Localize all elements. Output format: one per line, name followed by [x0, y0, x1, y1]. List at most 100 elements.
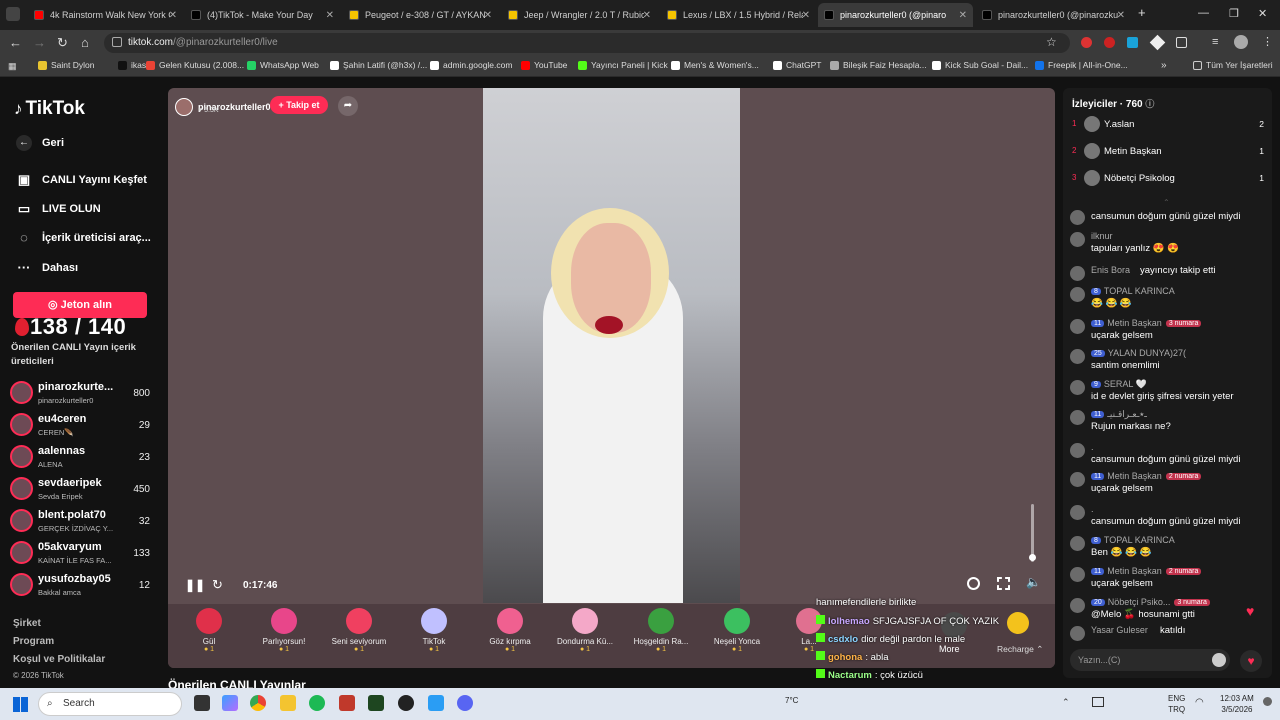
sidebar-item-go-live[interactable]: ▭ LIVE OLUN	[16, 201, 101, 217]
bookmark-item[interactable]: Kick Sub Goal - Dail...	[932, 60, 1028, 70]
back-arrow-icon[interactable]: ←	[9, 35, 22, 50]
bookmark-item[interactable]: ikas	[118, 60, 146, 70]
browser-tab[interactable]: Lexus / LBX / 1.5 Hybrid / Relax ✕	[661, 3, 816, 27]
fullscreen-icon[interactable]	[997, 577, 1010, 590]
top-viewer-row[interactable]: 2 Metin Başkan 1	[1072, 142, 1264, 162]
suggested-creator[interactable]: yusufozbay05 Bakkal amca 12	[10, 571, 160, 601]
live-player[interactable]: pinarozkurteller0 ♥ 5.3K + Takip et ➦ ❚❚…	[168, 88, 1055, 668]
file-explorer-icon[interactable]	[280, 695, 296, 711]
site-info-icon[interactable]	[112, 37, 122, 47]
suggested-creator[interactable]: eu4ceren CEREN🪶 29	[10, 411, 160, 441]
more-gifts-button[interactable]: More	[939, 644, 960, 654]
home-icon[interactable]: ⌂	[81, 35, 89, 50]
chat-username[interactable]: .	[1091, 504, 1094, 514]
bookmark-item[interactable]: Bileşik Faiz Hesapla...	[830, 60, 927, 70]
heart-icon[interactable]: ♥	[1240, 650, 1262, 672]
sidebar-item-explore-live[interactable]: ▣ CANLI Yayını Keşfet	[16, 172, 147, 188]
gift-item[interactable]: TikTok ● 1	[398, 608, 470, 653]
chat-username[interactable]: Metin Başkan	[1107, 471, 1162, 481]
gift-item[interactable]: Parlıyorsun! ● 1	[248, 608, 320, 653]
task-view-icon[interactable]	[194, 695, 210, 711]
settings-icon[interactable]	[967, 577, 980, 590]
app-icon[interactable]	[428, 695, 444, 711]
system-clock[interactable]: 12:03 AM 3/5/2026	[1220, 693, 1254, 715]
share-icon[interactable]: ➦	[338, 96, 358, 116]
tiktok-logo[interactable]: ♪ TikTok	[14, 98, 85, 120]
chat-username[interactable]: Metin Başkan	[1107, 566, 1162, 576]
bookmark-star-icon[interactable]: ☆	[1046, 35, 1057, 49]
windows-start-icon[interactable]	[13, 697, 28, 712]
spotify-icon[interactable]	[309, 695, 325, 711]
tab-close-icon[interactable]: ✕	[169, 10, 177, 21]
browser-tab[interactable]: Peugeot / e-308 / GT / AYKAN ✕	[343, 3, 498, 27]
tray-app-icon[interactable]	[1092, 697, 1104, 707]
suggested-creator[interactable]: aalennas ALENA 23	[10, 443, 160, 473]
chat-username[interactable]: Metin Başkan	[1107, 318, 1162, 328]
bookmark-item[interactable]: admin.google.com	[430, 60, 512, 70]
footer-company-link[interactable]: Şirket	[13, 618, 41, 629]
media-control-icon[interactable]: ≡	[1212, 36, 1218, 48]
coin-recharge-icon[interactable]	[1007, 612, 1029, 634]
chat-username[interactable]: TOPAL KARINCA	[1104, 535, 1175, 545]
collapse-chevron-icon[interactable]: ⌃	[1163, 198, 1170, 207]
extensions-puzzle-icon[interactable]	[1176, 37, 1187, 48]
top-viewer-row[interactable]: 1 Y.aslan 2	[1072, 115, 1264, 135]
bookmark-item[interactable]: Saint Dylon	[38, 60, 94, 70]
live-video-frame[interactable]	[483, 88, 740, 603]
chrome-icon[interactable]	[250, 695, 266, 711]
pause-icon[interactable]: ❚❚	[185, 578, 205, 592]
chat-username[interactable]: YALAN DUNYA)27(	[1108, 348, 1186, 358]
notification-icon[interactable]	[1263, 697, 1272, 706]
terminal-icon[interactable]	[368, 695, 384, 711]
bookmark-item[interactable]: WhatsApp Web	[247, 60, 319, 70]
bookmark-item[interactable]: ChatGPT	[773, 60, 821, 70]
bookmarks-more-button[interactable]: »	[1161, 60, 1167, 71]
gift-item[interactable]: Gül ● 1	[173, 608, 245, 653]
suggested-creator[interactable]: 05akvaryum KAİNAT İLE FAS FA... 133	[10, 539, 160, 569]
minimize-icon[interactable]: —	[1198, 7, 1209, 19]
extension-icon[interactable]	[1081, 37, 1092, 48]
tab-close-icon[interactable]: ✕	[1117, 10, 1125, 21]
gift-item[interactable]: Göz kırpma ● 1	[474, 608, 546, 653]
tab-close-icon[interactable]: ✕	[643, 10, 651, 21]
top-viewer-row[interactable]: 3 Nöbetçi Psikolog 1	[1072, 169, 1264, 189]
browser-tab[interactable]: 4k Rainstorm Walk New York C ✕	[28, 3, 183, 27]
language-indicator[interactable]: ENG TRQ	[1168, 693, 1185, 715]
chat-username[interactable]: Nöbetçi Psiko...	[1108, 597, 1171, 607]
sidebar-item-more[interactable]: ··· Dahası	[16, 260, 79, 275]
footer-program-link[interactable]: Program	[13, 636, 54, 647]
apps-grid-icon[interactable]: ▦	[8, 61, 17, 72]
tab-close-icon[interactable]: ✕	[959, 10, 967, 21]
recharge-button[interactable]: Recharge ⌃	[997, 644, 1043, 655]
weather-temp[interactable]: 7°C	[785, 696, 798, 705]
volume-handle[interactable]	[1029, 554, 1036, 561]
chat-input[interactable]: Yazın...(C)	[1070, 649, 1230, 671]
obs-icon[interactable]	[398, 695, 414, 711]
chat-username[interactable]: .	[1091, 442, 1094, 452]
reload-icon[interactable]: ↻	[57, 35, 68, 51]
browser-tab[interactable]: (4)TikTok - Make Your Day ✕	[185, 3, 340, 27]
chat-username[interactable]: SERAL 🤍	[1104, 379, 1147, 390]
bookmark-item[interactable]: Freepik | All-in-One...	[1035, 60, 1128, 70]
url-field[interactable]: tiktok.com/@pinarozkurteller0/live	[104, 33, 1070, 53]
profile-avatar[interactable]	[1234, 35, 1248, 49]
chat-username[interactable]: TOPAL KARINCA	[1104, 286, 1175, 296]
chat-username[interactable]: ilknur	[1091, 231, 1113, 241]
close-window-icon[interactable]: ✕	[1258, 7, 1267, 20]
bookmark-item[interactable]: Gelen Kutusu (2.008...	[146, 60, 244, 70]
gift-item[interactable]: Dondurma Kü... ● 1	[549, 608, 621, 653]
all-bookmarks-button[interactable]: Tüm Yer İşaretleri	[1193, 60, 1273, 70]
bookmark-item[interactable]: Yayıncı Paneli | Kick	[578, 60, 668, 70]
chat-username[interactable]: ـ٭ـعـراقـنيـ	[1107, 409, 1147, 420]
network-icon[interactable]: ◠	[1195, 697, 1204, 708]
forward-arrow-icon[interactable]: →	[33, 35, 46, 50]
extension-icon[interactable]	[1127, 37, 1138, 48]
gift-item[interactable]: Seni seviyorum ● 1	[323, 608, 395, 653]
volume-icon[interactable]: 🔈	[1026, 575, 1041, 589]
sidebar-item-creator-tools[interactable]: ◌ İçerik üreticisi araç...	[16, 230, 151, 245]
suggested-creator[interactable]: pinarozkurte... pinarozkurteller0 800	[10, 379, 160, 409]
bookmark-item[interactable]: Şahin Latifi (@h3x) /...	[330, 60, 427, 70]
follow-button[interactable]: + Takip et	[270, 96, 328, 114]
browser-tab[interactable]: Jeep / Wrangler / 2.0 T / Rubic ✕	[502, 3, 657, 27]
new-tab-button[interactable]: +	[1138, 5, 1146, 20]
